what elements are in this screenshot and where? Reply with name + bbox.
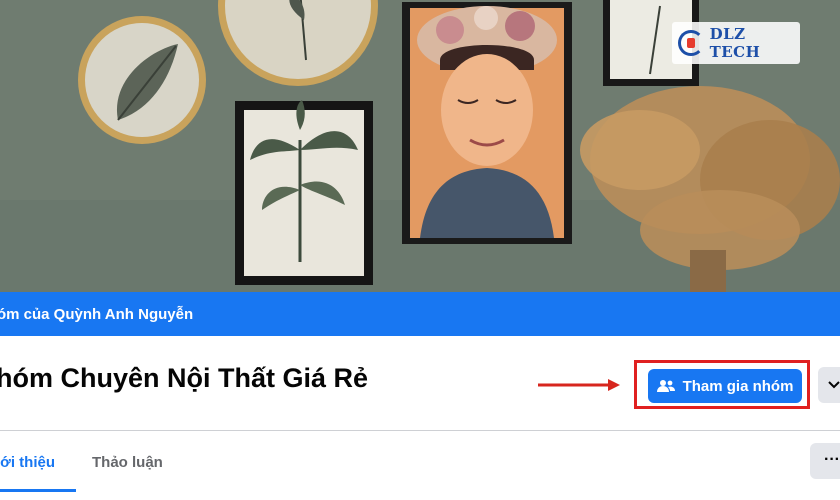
join-group-label: Tham gia nhóm [682, 377, 794, 395]
more-horizontal-icon[interactable]: ··· [810, 443, 840, 479]
dlz-tech-logo-icon [678, 30, 704, 56]
people-icon [656, 380, 675, 392]
group-owner-banner[interactable]: óm của Quỳnh Anh Nguyễn [0, 292, 840, 336]
tab-discussion[interactable]: Thảo luận [92, 454, 163, 471]
header-divider [0, 430, 840, 431]
dlz-tech-watermark: DLZ TECH [672, 22, 800, 64]
tab-about[interactable]: iới thiệu [0, 454, 55, 471]
watermark-text: DLZ TECH [709, 25, 761, 61]
arrow-right-icon [538, 379, 620, 391]
group-more-button[interactable] [818, 367, 840, 403]
chevron-down-icon [828, 381, 840, 389]
group-owner-text: óm của Quỳnh Anh Nguyễn [0, 305, 194, 323]
join-group-button[interactable]: Tham gia nhóm [648, 369, 802, 403]
group-title: hóm Chuyên Nội Thất Giá Rẻ [0, 363, 369, 393]
active-tab-indicator [0, 489, 76, 492]
